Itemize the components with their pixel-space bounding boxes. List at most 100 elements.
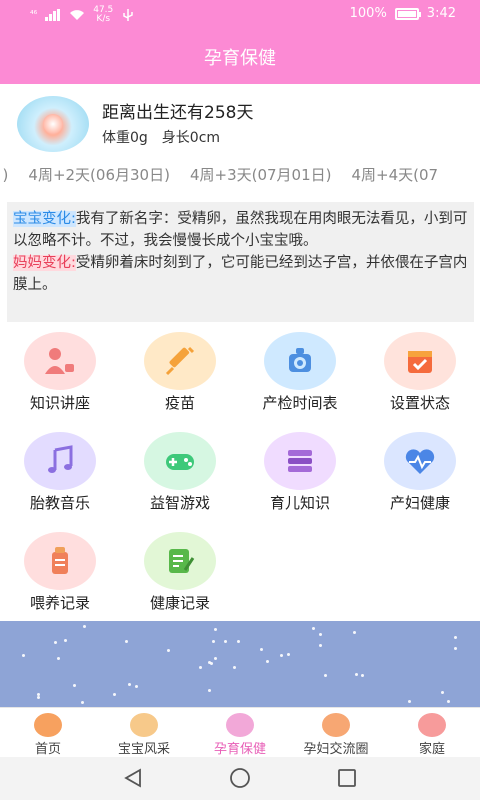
signal-icon (45, 9, 61, 21)
snow-dot (441, 691, 444, 694)
system-nav-bar (0, 757, 480, 800)
snow-dot (208, 689, 211, 692)
snow-dot (319, 633, 322, 636)
week-item[interactable]: 4周+2天(06月30日) (28, 164, 170, 185)
heart-icon (384, 432, 456, 490)
week-selector[interactable]: 9日) 4周+2天(06月30日) 4周+3天(07月01日) 4周+4天(07 (0, 160, 480, 200)
family-icon (418, 713, 446, 737)
baby-change-text: 我有了新名字：受精卵，虽然我现在用肉眼无法看见，小到可以忽略不计。不过，我会慢慢… (13, 211, 468, 249)
snow-dot (113, 693, 116, 696)
snow-dot (260, 648, 263, 651)
home-icon (34, 713, 62, 737)
snow-dot (324, 674, 327, 677)
snow-dot (83, 625, 86, 628)
snow-dot (408, 700, 411, 703)
snow-dot (312, 627, 315, 630)
snow-dot (214, 628, 217, 631)
back-icon[interactable] (122, 767, 144, 789)
network-speed: 47.5 K/s (93, 5, 114, 24)
snow-dot (266, 660, 269, 663)
app-bar: 孕育保健 (0, 30, 480, 84)
feature-maternal-health[interactable]: 产妇健康 (360, 426, 480, 526)
feeding-icon (24, 532, 96, 590)
feature-checkup-schedule[interactable]: 产检时间表 (240, 326, 360, 426)
snow-dot (233, 666, 236, 669)
development-description: 宝宝变化:我有了新名字：受精卵，虽然我现在用肉眼无法看见，小到可以忽略不计。不过… (0, 200, 480, 326)
feature-grid: 知识讲座 疫苗 产检时间表 设置状态 胎教音乐 益智游戏 育儿知识 产妇健康 喂… (0, 326, 480, 621)
battery-icon (394, 7, 421, 20)
snow-dot (81, 701, 84, 704)
tab-family[interactable]: 家庭 (384, 710, 480, 758)
feature-feeding-record[interactable]: 喂养记录 (0, 526, 120, 626)
home-circle-icon[interactable] (229, 767, 251, 789)
feature-lecture[interactable]: 知识讲座 (0, 326, 120, 426)
snow-dot (361, 674, 364, 677)
feature-prenatal-music[interactable]: 胎教音乐 (0, 426, 120, 526)
mom-change-text: 受精卵着床时刻到了，它可能已经到达子宫，并依偎在子宫内膜上。 (13, 255, 468, 293)
feature-parenting-knowledge[interactable]: 育儿知识 (240, 426, 360, 526)
baby-change-tag: 宝宝变化: (13, 211, 76, 227)
gamepad-icon (144, 432, 216, 490)
tab-community[interactable]: 孕妇交流圈 (288, 710, 384, 758)
snow-dot (125, 640, 128, 643)
snow-dot (224, 640, 227, 643)
mom-change-tag: 妈妈变化: (13, 255, 76, 271)
syringe-icon (144, 332, 216, 390)
books-icon (264, 432, 336, 490)
week-item[interactable]: 4周+3天(07月01日) (190, 164, 332, 185)
promo-banner[interactable] (0, 621, 480, 707)
feature-vaccine[interactable]: 疫苗 (120, 326, 240, 426)
status-bar: ⁴⁶ 47.5 K/s 100% 3:42 (0, 0, 480, 30)
week-item[interactable]: 9日) (0, 164, 8, 185)
snow-dot (73, 684, 76, 687)
recents-icon[interactable] (336, 767, 358, 789)
snow-dot (199, 666, 202, 669)
snow-dot (135, 685, 138, 688)
snow-dot (355, 673, 358, 676)
snow-dot (167, 649, 170, 652)
clock: 3:42 (426, 6, 456, 21)
snow-dot (214, 657, 217, 660)
pregnancy-icon (226, 713, 254, 737)
snow-dot (447, 700, 450, 703)
snow-dot (54, 641, 57, 644)
calendar-icon (384, 332, 456, 390)
snow-dot (454, 636, 457, 639)
snow-dot (57, 657, 60, 660)
snow-dot (22, 654, 25, 657)
feature-set-status[interactable]: 设置状态 (360, 326, 480, 426)
tab-home[interactable]: 首页 (0, 710, 96, 758)
feature-health-record[interactable]: 健康记录 (120, 526, 240, 626)
page-title: 孕育保健 (204, 48, 276, 69)
bottom-tab-bar: 首页 宝宝风采 孕育保健 孕妇交流圈 家庭 (0, 707, 480, 757)
tab-baby-photos[interactable]: 宝宝风采 (96, 710, 192, 758)
community-icon (322, 713, 350, 737)
baby-icon (130, 713, 158, 737)
snow-dot (319, 644, 322, 647)
battery-percent: 100% (349, 6, 387, 21)
snow-dot (280, 654, 283, 657)
music-icon (24, 432, 96, 490)
snow-dot (64, 639, 67, 642)
feature-puzzle-games[interactable]: 益智游戏 (120, 426, 240, 526)
baby-weight: 体重0g (102, 130, 148, 146)
snow-dot (353, 631, 356, 634)
avatar[interactable] (17, 96, 89, 152)
lecture-icon (24, 332, 96, 390)
snow-dot (208, 661, 211, 664)
snow-dot (237, 640, 240, 643)
baby-height: 身长0cm (161, 130, 221, 146)
wifi-icon (70, 10, 85, 20)
tab-pregnancy-care[interactable]: 孕育保健 (192, 710, 288, 758)
network-label: ⁴⁶ (30, 10, 38, 20)
checkup-icon (264, 332, 336, 390)
snow-dot (287, 653, 290, 656)
snow-dot (454, 647, 457, 650)
snow-dot (128, 683, 131, 686)
pregnancy-profile: 距离出生还有258天 体重0g 身长0cm (0, 84, 480, 160)
birth-countdown: 距离出生还有258天 (102, 103, 254, 123)
notepad-icon (144, 532, 216, 590)
week-item[interactable]: 4周+4天(07 (352, 164, 439, 185)
usb-icon (123, 9, 134, 21)
snow-dot (37, 696, 40, 699)
